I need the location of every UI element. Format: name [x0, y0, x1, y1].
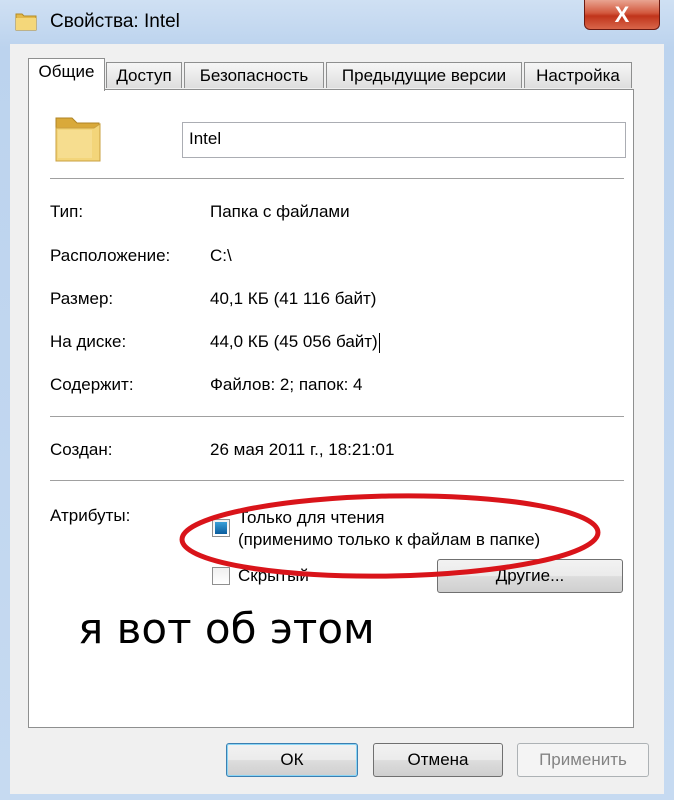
tab-general[interactable]: Общие — [28, 58, 105, 91]
cancel-button[interactable]: Отмена — [373, 743, 503, 777]
annotation-text: я вот об этом — [78, 604, 375, 653]
tab-general-label: Общие — [38, 62, 95, 81]
ok-button[interactable]: ОК — [226, 743, 358, 777]
properties-window: Свойства: Intel X Общие Доступ Безопасно… — [0, 0, 674, 800]
annotation-ellipse — [179, 493, 601, 579]
apply-button[interactable]: Применить — [517, 743, 649, 777]
